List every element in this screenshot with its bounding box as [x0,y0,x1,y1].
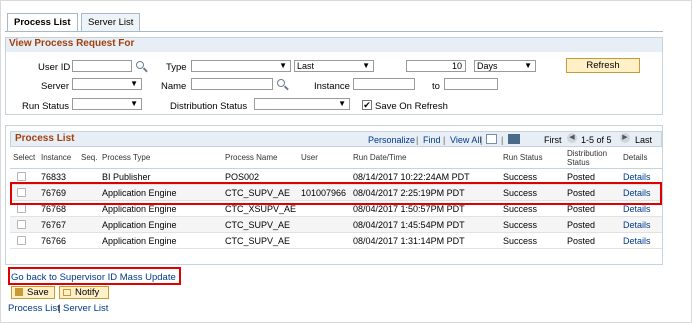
run-status-select[interactable]: ▼ [72,98,142,110]
save-label: Save [27,287,49,298]
separator: | [501,135,504,145]
name-label: Name [161,81,187,92]
chevron-down-icon: ▼ [338,99,346,108]
cell-run-date-time: 08/14/2017 10:22:24AM PDT [353,172,470,182]
last-select-value: Last [297,61,315,71]
cell-process-type: BI Publisher [102,172,151,182]
instance-to-input[interactable] [444,78,498,90]
unit-select[interactable]: Days ▼ [474,60,536,72]
chevron-down-icon: ▼ [362,61,370,70]
to-label: to [432,81,440,92]
first-label[interactable]: First [544,135,562,145]
details-link[interactable]: Details [623,172,651,182]
chevron-down-icon: ▼ [130,99,138,108]
save-icon [15,288,23,296]
chevron-down-icon: ▼ [524,61,532,70]
row-select-checkbox[interactable] [17,172,26,181]
tab-divider [5,31,663,32]
previous-page-icon[interactable]: ◀ [567,133,577,143]
cell-run-date-time: 08/04/2017 1:50:57PM PDT [353,204,465,214]
server-select[interactable]: ▼ [72,78,142,90]
cell-instance: 76768 [41,204,67,214]
last-count-input[interactable]: 10 [406,60,466,72]
server-label: Server [41,81,69,92]
cell-process-type: Application Engine [102,220,177,230]
cell-process-name: CTC_SUPV_AE [225,220,291,230]
find-link[interactable]: Find [423,135,441,145]
distribution-status-label: Distribution Status [170,101,248,112]
user-id-label: User ID [38,62,71,73]
table-row: 76766 Application Engine CTC_SUPV_AE 08/… [10,233,662,249]
cell-process-name: CTC_XSUPV_AE [225,204,297,214]
save-on-refresh-checkbox[interactable]: ✔ [362,100,372,110]
personalize-link[interactable]: Personalize [368,135,415,145]
name-input[interactable] [191,78,273,90]
user-id-input[interactable] [72,60,132,72]
process-list-header: Process List Personalize | Find | View A… [10,131,662,147]
page-range: 1-5 of 5 [581,135,612,145]
lookup-user-id-icon[interactable] [136,61,144,69]
cell-run-status: Success [503,236,538,246]
save-button[interactable]: Save [11,286,55,299]
separator: | [416,135,419,145]
cell-run-status: Success [503,172,538,182]
cell-distribution-status: Posted [567,220,596,230]
back-link-highlight-annotation [8,267,181,285]
last-select[interactable]: Last ▼ [294,60,374,72]
cell-distribution-status: Posted [567,204,596,214]
footer-separator: | [58,303,61,314]
view-all-link[interactable]: View All [450,135,481,145]
row-select-checkbox[interactable] [17,204,26,213]
cell-run-status: Success [503,220,538,230]
download-icon[interactable] [508,134,520,144]
cell-distribution-status: Posted [567,236,596,246]
details-link[interactable]: Details [623,236,651,246]
table-row: 76767 Application Engine CTC_SUPV_AE 08/… [10,217,662,233]
distribution-status-select[interactable]: ▼ [254,98,350,110]
cell-run-date-time: 08/04/2017 1:45:54PM PDT [353,220,465,230]
unit-select-value: Days [477,61,498,71]
footer-process-list-link[interactable]: Process List [8,303,60,314]
row-select-checkbox[interactable] [17,220,26,229]
last-label[interactable]: Last [635,135,652,145]
zoom-grid-icon[interactable] [486,134,497,144]
column-distribution-status: Distribution Status [567,149,608,167]
cell-process-name: POS002 [225,172,260,182]
cell-run-date-time: 08/04/2017 1:31:14PM PDT [353,236,465,246]
cell-process-type: Application Engine [102,204,177,214]
instance-from-input[interactable] [353,78,415,90]
cell-run-status: Success [503,204,538,214]
cell-process-name: CTC_SUPV_AE [225,236,291,246]
footer-server-list-link[interactable]: Server List [63,303,108,314]
type-label: Type [166,62,187,73]
row-select-checkbox[interactable] [17,236,26,245]
refresh-button[interactable]: Refresh [566,58,640,73]
save-on-refresh-label: Save On Refresh [375,101,448,112]
cell-instance: 76833 [41,172,67,182]
row-highlight-annotation [10,182,662,205]
notify-label: Notify [75,287,100,298]
chevron-down-icon: ▼ [279,61,287,70]
instance-label: Instance [314,81,350,92]
lookup-name-icon[interactable] [277,79,285,87]
cell-distribution-status: Posted [567,172,596,182]
next-page-icon[interactable]: ▶ [620,133,630,143]
details-link[interactable]: Details [623,204,651,214]
request-section-title: View Process Request For [6,38,662,52]
chevron-down-icon: ▼ [130,79,138,88]
type-select[interactable]: ▼ [191,60,291,72]
notify-button[interactable]: Notify [59,286,109,299]
tab-server-list[interactable]: Server List [81,13,141,31]
details-link[interactable]: Details [623,220,651,230]
separator: | [480,135,483,145]
process-list-title: Process List [15,133,75,144]
cell-instance: 76767 [41,220,67,230]
tab-process-list[interactable]: Process List [7,13,78,32]
cell-process-type: Application Engine [102,236,177,246]
cell-instance: 76766 [41,236,67,246]
notify-icon [63,289,71,296]
run-status-label: Run Status [22,101,69,112]
separator: | [443,135,446,145]
